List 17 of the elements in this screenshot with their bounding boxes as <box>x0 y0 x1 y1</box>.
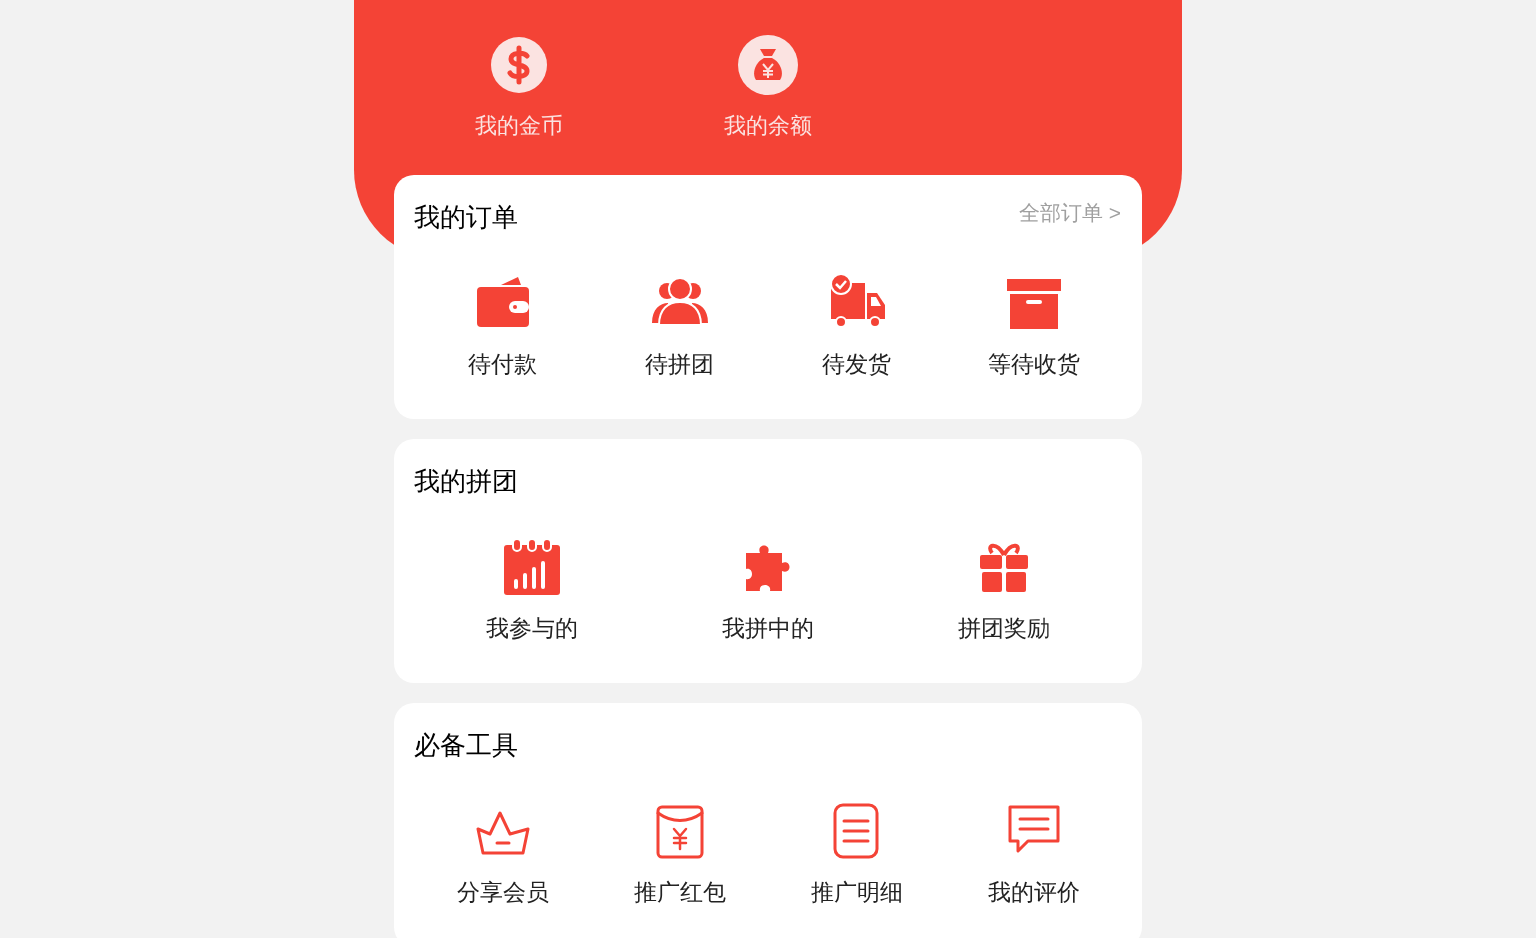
menu-item-label[interactable]: 待付款 <box>468 347 537 382</box>
calendar-chart-icon <box>502 537 562 597</box>
section-title: 我的拼团 <box>414 464 518 498</box>
menu-item-label[interactable]: 待拼团 <box>645 347 714 382</box>
section-title: 必备工具 <box>414 728 518 762</box>
menu-item-label[interactable]: 我拼中的 <box>722 611 814 646</box>
menu-item-label[interactable]: 推广红包 <box>633 875 726 910</box>
section-title: 我的订单 <box>414 200 518 234</box>
menu-item-label[interactable]: 分享会员 <box>456 875 549 910</box>
dollar-coin-icon <box>490 37 547 93</box>
money-bag-icon <box>738 35 798 95</box>
menu-item-label[interactable]: 推广明细 <box>810 875 903 910</box>
menu-item-label[interactable]: 我的评价 <box>987 875 1080 910</box>
menu-item-label[interactable]: 等待收货 <box>987 347 1080 382</box>
menu-item-label[interactable]: 拼团奖励 <box>958 611 1050 646</box>
menu-item-label[interactable]: 我参与的 <box>486 611 578 646</box>
menu-item-label[interactable]: 待发货 <box>822 347 891 382</box>
